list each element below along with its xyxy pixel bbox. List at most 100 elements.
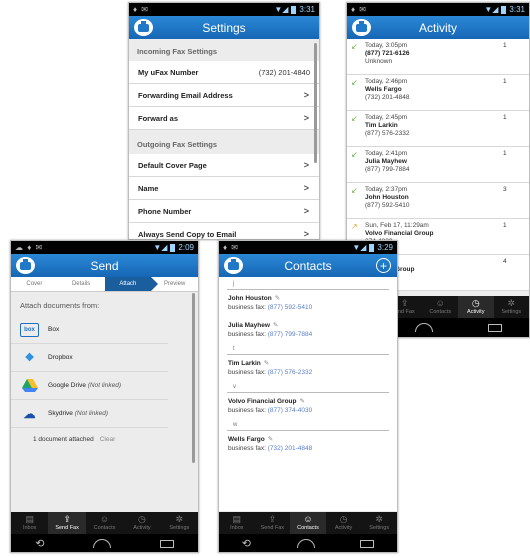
outgoing-arrow-icon: ↙ <box>351 42 358 51</box>
forwarding-email-row[interactable]: Forwarding Email Address > <box>129 84 319 107</box>
nav-contacts[interactable]: ☺ Contacts <box>290 512 326 534</box>
nav-inbox[interactable]: ▤ Inbox <box>219 512 255 534</box>
chevron-right-icon: > <box>303 183 309 193</box>
contacts-icon: ☺ <box>435 298 445 308</box>
contact-item[interactable]: Tim Larkin ✎ business fax: (877) 576-2332 <box>219 355 397 382</box>
activity-item[interactable]: ↙ Today, 2:45pm Tim Larkin (877) 576-2332 … <box>347 111 529 147</box>
battery-icon <box>501 5 507 14</box>
name-row[interactable]: Name > <box>129 177 319 200</box>
contact-item[interactable]: Julia Mayhew ✎ business fax: (877) 799-78… <box>219 317 397 344</box>
page-count: 1 <box>503 42 507 49</box>
edit-pencil-icon[interactable]: ✎ <box>264 360 269 367</box>
notification-icons: ♦ ✉ <box>223 243 240 252</box>
outgoing-arrow-icon: ↙ <box>351 114 358 123</box>
nav-label: Inbox <box>22 525 37 531</box>
status-bar: ♦ ✉ ▼◢ 3:29 <box>219 241 397 254</box>
contact-item[interactable]: John Houston ✎ business fax: (877) 592-54… <box>219 290 397 317</box>
contact-list: j John Houston ✎ business fax: (877) 592-… <box>219 277 397 511</box>
nav-activity[interactable]: ◷ Activity <box>123 512 160 534</box>
section-letter: w <box>227 420 389 431</box>
back-icon[interactable]: ⟲ <box>242 537 251 550</box>
nav-send-fax[interactable]: ⇪ Send Fax <box>48 512 86 534</box>
fax-number[interactable]: (877) 592-5410 <box>268 304 312 311</box>
activity-item[interactable]: ↙ Today, 2:41pm Julia Mayhew (877) 799-788… <box>347 147 529 183</box>
page-title: Activity <box>418 20 457 35</box>
page-count: 1 <box>503 222 507 229</box>
home-icon[interactable] <box>414 323 433 332</box>
home-icon[interactable] <box>93 539 112 548</box>
fax-number[interactable]: (877) 576-2332 <box>268 369 312 376</box>
nav-activity[interactable]: ◷ Activity <box>326 512 362 534</box>
nav-settings[interactable]: ✲ Settings <box>494 296 530 318</box>
activity-item[interactable]: ↙ Today, 2:46pm Wells Fargo (732) 201-4848… <box>347 75 529 111</box>
my-ufax-number-row[interactable]: My uFax Number (732) 201-4840 <box>129 61 319 84</box>
activity-item[interactable]: ↙ Today, 2:37pm John Houston (877) 592-541… <box>347 183 529 219</box>
fax-label: business fax: <box>228 407 266 414</box>
source-label: Google Drive <box>48 382 86 389</box>
home-icon[interactable] <box>296 539 315 548</box>
dropbox-source[interactable]: ❖ Dropbox <box>11 344 168 372</box>
fax-number[interactable]: (877) 799-7884 <box>268 331 312 338</box>
scrollbar[interactable] <box>192 293 195 463</box>
activity-item[interactable]: ↙ Today, 3:05pm (877) 721-6126 Unknown 1 <box>347 39 529 75</box>
wifi-signal-icon: ▼◢ <box>274 5 289 14</box>
nav-settings[interactable]: ✲ Settings <box>361 512 397 534</box>
contact-item[interactable]: Wells Fargo ✎ business fax: (732) 201-484… <box>219 431 397 458</box>
tab-cover[interactable]: Cover <box>11 277 58 291</box>
nav-inbox[interactable]: ▤ Inbox <box>11 512 48 534</box>
chevron-right-icon: > <box>303 113 309 123</box>
recent-apps-icon[interactable] <box>487 323 502 332</box>
nav-settings[interactable]: ✲ Settings <box>161 512 198 534</box>
activity-time: Today, 2:41pm <box>365 150 408 157</box>
always-send-copy-row[interactable]: Always Send Copy to Email > <box>129 223 319 239</box>
phone-number-row[interactable]: Phone Number > <box>129 200 319 223</box>
fax-number[interactable]: (877) 374-4030 <box>268 407 312 414</box>
app-logo-icon[interactable] <box>224 257 243 274</box>
page-count: 4 <box>503 258 507 265</box>
edit-pencil-icon[interactable]: ✎ <box>268 436 273 443</box>
nav-contacts[interactable]: ☺ Contacts <box>86 512 123 534</box>
scrollbar[interactable] <box>314 43 317 163</box>
default-cover-page-row[interactable]: Default Cover Page > <box>129 154 319 177</box>
edit-pencil-icon[interactable]: ✎ <box>275 295 280 302</box>
tab-preview[interactable]: Preview <box>151 277 198 291</box>
clear-button[interactable]: Clear <box>100 436 116 443</box>
recent-apps-icon[interactable] <box>360 539 375 548</box>
status-time: 3:31 <box>299 5 315 14</box>
activity-number: Unknown <box>365 58 393 65</box>
app-logo-icon[interactable] <box>352 19 371 36</box>
send-fax-icon: ⇪ <box>400 298 409 308</box>
nav-contacts[interactable]: ☺ Contacts <box>423 296 459 318</box>
app-logo-icon[interactable] <box>134 19 153 36</box>
edit-pencil-icon[interactable]: ✎ <box>273 322 278 329</box>
app-logo-icon[interactable] <box>16 257 35 274</box>
tab-details[interactable]: Details <box>58 277 105 291</box>
nav-label: Activity <box>334 525 353 531</box>
title-bar: Settings <box>129 16 319 39</box>
skydrive-source[interactable]: ☁ Skydrive (Not linked) <box>11 400 168 428</box>
nav-send-fax[interactable]: ⇪ Send Fax <box>255 512 291 534</box>
link-status: (Not linked) <box>87 382 121 389</box>
nav-label: Send Fax <box>55 525 79 531</box>
clock-icon: ◷ <box>137 514 146 524</box>
edit-pencil-icon[interactable]: ✎ <box>300 398 305 405</box>
activity-time: Today, 2:46pm <box>365 78 408 85</box>
fax-number[interactable]: (732) 201-4848 <box>268 445 312 452</box>
forward-as-row[interactable]: Forward as > <box>129 107 319 130</box>
outgoing-settings-header: Outgoing Fax Settings <box>137 140 217 149</box>
system-nav-bar: ⟲ <box>219 534 397 552</box>
page-title: Send <box>90 258 119 273</box>
nav-activity[interactable]: ◷ Activity <box>458 296 494 318</box>
nav-label: Contacts <box>297 525 319 531</box>
battery-icon <box>170 243 176 252</box>
tab-attach[interactable]: Attach <box>104 277 158 291</box>
recent-apps-icon[interactable] <box>159 539 174 548</box>
back-icon[interactable]: ⟲ <box>35 537 44 550</box>
google-drive-source[interactable]: Google Drive (Not linked) <box>11 372 168 400</box>
box-source[interactable]: box Box <box>11 316 168 344</box>
fax-label: business fax: <box>228 369 266 376</box>
add-contact-button[interactable]: + <box>376 258 391 273</box>
activity-name: Julia Mayhew <box>365 158 407 165</box>
contact-name: Julia Mayhew <box>228 322 270 329</box>
contact-item[interactable]: Volvo Financial Group ✎ business fax: (87… <box>219 393 397 420</box>
